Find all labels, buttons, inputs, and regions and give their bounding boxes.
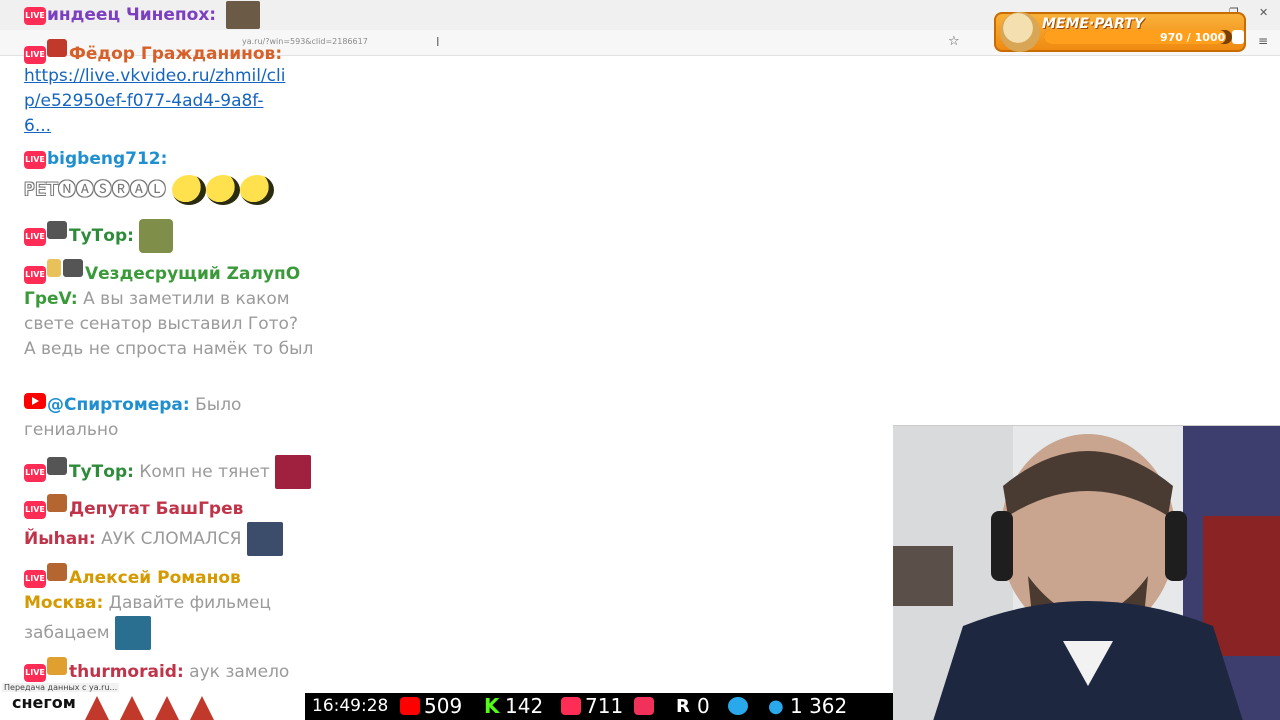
chat-message: LIVE ТуТор: [24,219,314,253]
r-icon: R [676,696,690,717]
chat-text: АУК СЛОМАЛСЯ [101,529,242,549]
vklive-icon: LIVE [24,664,46,682]
chat-badge [47,657,67,675]
chat-message: LIVE bigbeng712: [24,147,314,172]
emote-bee [239,175,274,205]
chat-message: LIVE ТуТор: Комп не тянет [24,455,314,489]
vklive-icon: LIVE [24,570,46,588]
emote-image [139,219,174,253]
vklive-icon: LIVE [24,151,46,169]
chat-text: Комп не тянет [139,462,270,482]
chat-message: LIVE Алексей Романов Москва: Давайте филь… [24,563,314,650]
bookmark-star-icon[interactable]: ☆ [948,34,960,49]
telegram-viewers: 1 362 [790,694,848,718]
vklive-icon: LIVE [24,501,46,519]
clip-link-line-2[interactable]: p/e52950ef-f077-4ad4-9a8f- [24,89,314,114]
youtube-icon [24,393,46,409]
chat-text: PET🅝🅐🅢🅡🅐🅛 [24,180,167,200]
doge-icon [1000,12,1040,52]
clock: 16:49:28 [312,696,389,716]
chat-text: аук замело [189,662,290,682]
chat-message: LIVE индеец Чинепох: [24,1,314,29]
chat-badge [47,457,67,475]
chat-username: Фёдор Гражданинов: [69,44,283,64]
rutube-icon [634,697,654,715]
chat-badge [47,563,67,581]
youtube-icon [400,697,420,715]
chat-message: @Спиртомера: Было гениально [24,393,314,443]
snow-label: снегом [12,693,76,712]
chat-username: ТуТор: [69,226,134,246]
chat-badge [63,259,83,277]
vklive-icon: LIVE [24,46,46,64]
bottle-icon [1232,30,1244,44]
r-viewers: 0 [697,694,710,718]
emote-image [115,616,152,650]
emote-image [246,522,283,556]
chat-message: LIVE Депутат БашГрев Йыhан: АУК СЛОМАЛСЯ [24,494,314,556]
menu-icon[interactable]: ≡ [1258,34,1268,48]
chat-message: LIVE Фёдор Гражданинов: [24,39,314,67]
vklive-icon: LIVE [24,266,46,284]
meme-progress-text: 970 / 1000 [1160,31,1226,44]
chat-username: @Спиртомера: [47,395,190,415]
telegram-icon [728,697,748,715]
vklive-icon: LIVE [24,7,46,25]
clip-link-line-3[interactable]: 6... [24,114,314,139]
chat-message-text: PET🅝🅐🅢🅡🅐🅛 [24,175,314,205]
chat-username: индеец Чинепох: [47,5,217,25]
status-tooltip: Передача данных с ya.ru... [2,683,120,692]
chat-username: thurmoraid: [69,662,184,682]
emote-bee [171,175,206,205]
vklive-icon: LIVE [24,464,46,482]
webcam-image [893,426,1280,720]
clip-link-line-1[interactable]: https://live.vkvideo.ru/zhmil/cli [24,64,314,89]
chat-message: LIVE Vездесрущий ZалупО ГреV: А вы замети… [24,259,314,362]
chat-badge [47,221,67,239]
vklive-icon: LIVE [24,228,46,246]
kick-icon: K [484,694,500,718]
chat-username: bigbeng712: [47,149,168,169]
chat-badge [47,39,67,57]
youtube-viewers: 509 [424,694,463,718]
vklive-viewers: 711 [585,694,624,718]
chat-badge [47,259,61,277]
close-icon[interactable]: ✕ [1259,6,1268,19]
webcam-feed [893,425,1280,720]
text-cursor-icon: I [436,35,440,49]
chat-message: LIVE thurmoraid: аук замело [24,657,314,685]
emote-image [275,455,312,489]
vklive-icon [561,697,581,715]
chat-badge [47,494,67,512]
chat-username: ТуТор: [69,462,134,482]
kick-viewers: 142 [505,694,544,718]
user-icon: ● [768,696,784,717]
emote-bee [205,175,240,205]
emote-image [225,1,260,29]
